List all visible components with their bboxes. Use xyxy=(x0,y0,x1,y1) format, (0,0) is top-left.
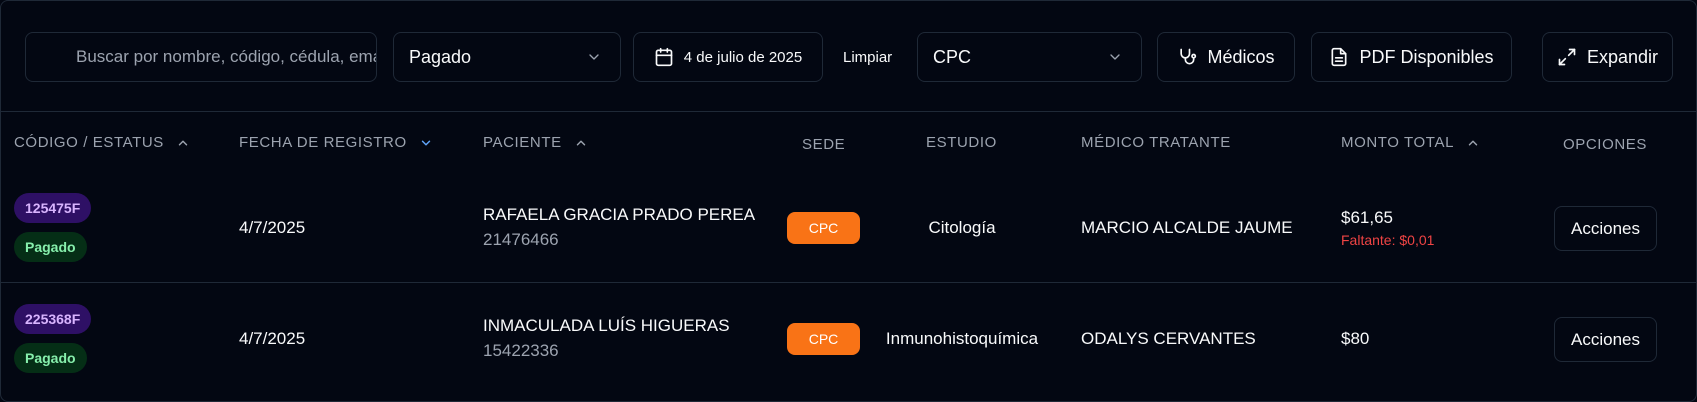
file-text-icon xyxy=(1331,47,1347,67)
column-header-label: CÓDIGO / ESTATUS xyxy=(14,134,164,151)
column-header-label: SEDE xyxy=(802,136,846,153)
doctors-button[interactable]: Médicos xyxy=(1157,32,1295,82)
clear-filters-button[interactable]: Limpiar xyxy=(843,32,892,82)
patient-name: INMACULADA LUÍS HIGUERAS xyxy=(483,316,730,335)
chevron-down-icon xyxy=(589,54,599,60)
doctor-name: ODALYS CERVANTES xyxy=(1081,329,1256,348)
branch-filter-select[interactable]: CPC xyxy=(917,32,1142,82)
study-name: Inmunohistoquímica xyxy=(885,329,1039,348)
total-amount: $61,65 xyxy=(1341,208,1393,227)
results-panel: Pagado 4 de julio de 2025 Limpiar CPC Mé… xyxy=(0,0,1697,402)
status-badge: Pagado xyxy=(14,343,87,373)
table-row[interactable]: 225368F Pagado 4/7/2025 INMACULADA LUÍS … xyxy=(1,284,1697,394)
actions-button[interactable]: Acciones xyxy=(1554,317,1657,362)
chevron-up-icon xyxy=(178,140,188,145)
column-header-study: ESTUDIO xyxy=(926,134,997,151)
chevron-up-icon xyxy=(1468,140,1478,145)
chevron-down-icon xyxy=(421,140,430,145)
clear-filters-label: Limpiar xyxy=(843,48,893,66)
search-box[interactable] xyxy=(25,32,377,82)
patient-id: 21476466 xyxy=(483,230,559,249)
table-header: CÓDIGO / ESTATUS FECHA DE REGISTRO PACIE… xyxy=(1,112,1697,174)
chevron-down-icon xyxy=(1110,54,1120,60)
expand-icon xyxy=(1558,48,1576,66)
expand-button[interactable]: Expandir xyxy=(1542,32,1673,82)
total-amount: $80 xyxy=(1341,329,1370,348)
table-row[interactable]: 125475F Pagado 4/7/2025 RAFAELA GRACIA P… xyxy=(1,174,1697,283)
column-header-label: ESTUDIO xyxy=(926,134,997,151)
status-filter-value: Pagado xyxy=(409,46,472,67)
column-header-options: OPCIONES xyxy=(1563,136,1647,153)
date-filter-button[interactable]: 4 de julio de 2025 xyxy=(633,32,823,82)
column-header-label: OPCIONES xyxy=(1563,136,1647,153)
pdf-available-label: PDF Disponibles xyxy=(1359,46,1494,67)
stethoscope-icon xyxy=(1180,48,1197,65)
registration-date: 4/7/2025 xyxy=(239,329,306,348)
column-header-label: MÉDICO TRATANTE xyxy=(1081,134,1231,151)
calendar-icon xyxy=(655,47,673,67)
branch-badge: CPC xyxy=(787,212,860,244)
column-header-label: MONTO TOTAL xyxy=(1341,134,1455,151)
column-header-registration-date[interactable]: FECHA DE REGISTRO xyxy=(239,134,433,151)
branch-badge: CPC xyxy=(787,323,860,355)
patient-id: 15422336 xyxy=(483,341,559,360)
patient-name: RAFAELA GRACIA PRADO PEREA xyxy=(483,205,756,224)
search-input[interactable] xyxy=(76,47,376,67)
date-filter-label: 4 de julio de 2025 xyxy=(683,48,803,66)
doctor-name: MARCIO ALCALDE JAUME xyxy=(1081,218,1293,237)
study-name: Citología xyxy=(928,218,996,237)
status-filter-select[interactable]: Pagado xyxy=(393,32,621,82)
pending-amount: Faltante: $0,01 xyxy=(1341,232,1435,248)
code-badge[interactable]: 225368F xyxy=(14,304,92,334)
column-header-code-status[interactable]: CÓDIGO / ESTATUS xyxy=(14,134,190,151)
doctors-label: Médicos xyxy=(1207,46,1275,67)
branch-filter-value: CPC xyxy=(933,46,972,67)
pdf-available-button[interactable]: PDF Disponibles xyxy=(1311,32,1512,82)
column-header-branch: SEDE xyxy=(802,136,845,153)
column-header-label: PACIENTE xyxy=(483,134,562,151)
expand-label: Expandir xyxy=(1586,46,1659,67)
column-header-doctor: MÉDICO TRATANTE xyxy=(1081,134,1231,151)
actions-button[interactable]: Acciones xyxy=(1554,206,1657,251)
column-header-patient[interactable]: PACIENTE xyxy=(483,134,588,151)
registration-date: 4/7/2025 xyxy=(239,218,306,237)
column-header-label: FECHA DE REGISTRO xyxy=(239,134,407,151)
code-badge[interactable]: 125475F xyxy=(14,193,92,223)
chevron-up-icon xyxy=(576,140,585,145)
status-badge: Pagado xyxy=(14,232,87,262)
filter-toolbar: Pagado 4 de julio de 2025 Limpiar CPC Mé… xyxy=(1,1,1697,112)
column-header-total[interactable]: MONTO TOTAL xyxy=(1341,134,1480,151)
